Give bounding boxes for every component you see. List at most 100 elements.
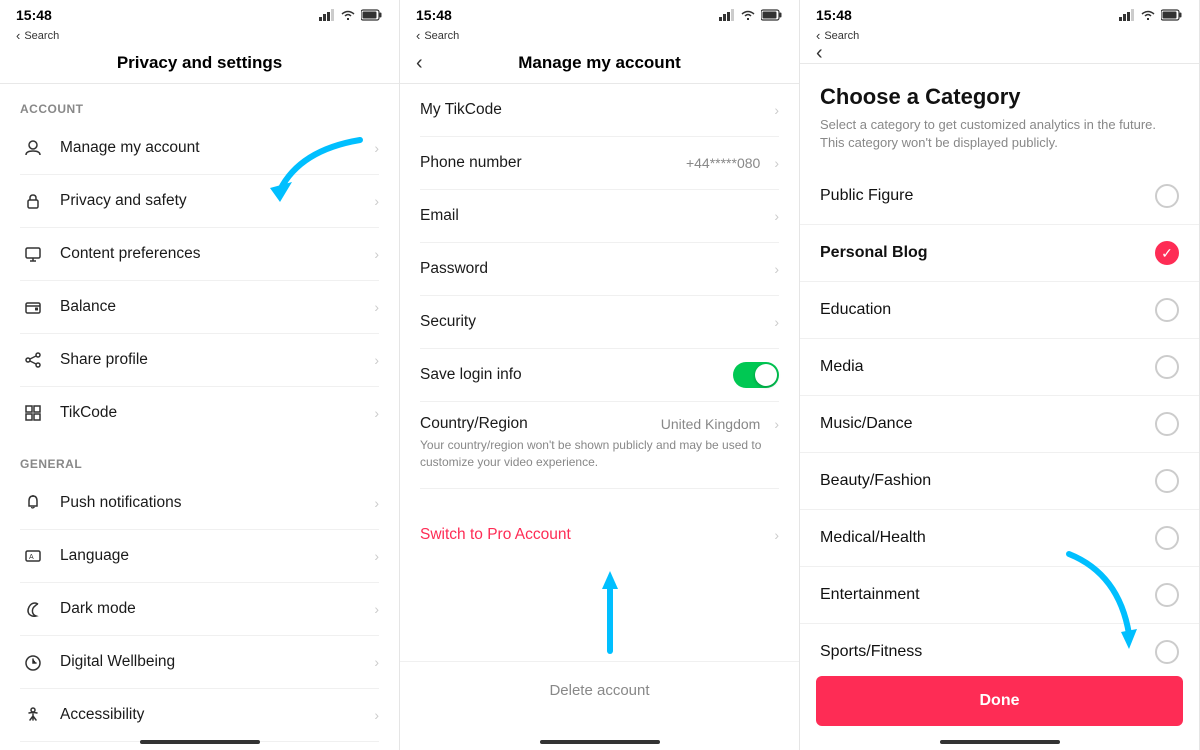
back-nav-3[interactable]: ‹ Search [800,28,1199,47]
category-item-medical-health[interactable]: Medical/Health [800,510,1199,567]
privacy-safety-item[interactable]: Privacy and safety › [0,175,399,227]
security-label: Security [420,313,766,331]
clock-icon [20,653,46,671]
tikcode-label: TikCode [60,404,366,422]
digital-wellbeing-label: Digital Wellbeing [60,653,366,671]
home-indicator-1 [140,740,260,744]
category-item-public-figure[interactable]: Public Figure [800,168,1199,225]
radio-4[interactable] [1155,412,1179,436]
bell-icon [20,494,46,512]
chevron-tikcode: › [374,405,379,421]
dark-mode-label: Dark mode [60,600,366,618]
nav-title-2: Manage my account [518,53,681,73]
category-item-beauty-fashion[interactable]: Beauty/Fashion [800,453,1199,510]
radio-1[interactable]: ✓ [1155,241,1179,265]
signal-icon-1 [319,9,335,21]
privacy-safety-label: Privacy and safety [60,192,366,210]
monitor-icon [20,245,46,263]
my-tikcode-item[interactable]: My TikCode › [400,84,799,136]
country-region-item[interactable]: Country/Region United Kingdom › Your cou… [400,402,799,488]
my-tikcode-label: My TikCode [420,101,766,119]
security-item[interactable]: Security › [400,296,799,348]
status-icons-1 [319,9,383,21]
chevron-lang: › [374,548,379,564]
category-list[interactable]: Public Figure Personal Blog ✓ Education … [800,168,1199,666]
category-item-media[interactable]: Media [800,339,1199,396]
country-sublabel: Your country/region won't be shown publi… [420,433,779,475]
nav-back-3[interactable]: ‹ [816,42,823,65]
radio-3[interactable] [1155,355,1179,379]
chevron-password: › [774,261,779,277]
phone-number-item[interactable]: Phone number +44*****080 › [400,137,799,189]
radio-6[interactable] [1155,526,1179,550]
language-label: Language [60,547,366,565]
delete-account-item[interactable]: Delete account [400,661,799,730]
balance-label: Balance [60,298,366,316]
category-item-personal-blog[interactable]: Personal Blog ✓ [800,225,1199,282]
battery-icon-1 [361,9,383,21]
balance-item[interactable]: Balance › [0,281,399,333]
status-icons-3 [1119,9,1183,21]
cat-name-0: Public Figure [820,187,913,205]
share-profile-item[interactable]: Share profile › [0,334,399,386]
home-indicator-3 [940,740,1060,744]
language-item[interactable]: A Language › [0,530,399,582]
radio-0[interactable] [1155,184,1179,208]
save-login-item[interactable]: Save login info [400,349,799,401]
language-icon: A [20,547,46,565]
category-item-entertainment[interactable]: Entertainment [800,567,1199,624]
battery-icon-2 [761,9,783,21]
time-2: 15:48 [416,7,452,23]
save-login-toggle[interactable] [733,362,779,388]
manage-account-item[interactable]: Manage my account › [0,122,399,174]
person-icon [20,139,46,157]
time-3: 15:48 [816,7,852,23]
cat-name-7: Entertainment [820,586,920,604]
chevron-notif: › [374,495,379,511]
time-1: 15:48 [16,7,52,23]
privacy-settings-panel: 15:48 ‹ Search Privacy and setting [0,0,400,750]
nav-title-1: Privacy and settings [117,53,282,73]
content-pref-item[interactable]: Content preferences › [0,228,399,280]
password-item[interactable]: Password › [400,243,799,295]
cat-name-1: Personal Blog [820,244,928,262]
dark-mode-item[interactable]: Dark mode › [0,583,399,635]
manage-account-label: Manage my account [60,139,366,157]
push-notifications-item[interactable]: Push notifications › [0,477,399,529]
email-item[interactable]: Email › [400,190,799,242]
back-nav-1[interactable]: ‹ Search [0,28,399,47]
accessibility-item[interactable]: Accessibility › [0,689,399,741]
radio-2[interactable] [1155,298,1179,322]
chevron-content: › [374,246,379,262]
phone-value: +44*****080 [686,155,760,171]
cat-name-5: Beauty/Fashion [820,472,931,490]
category-item-education[interactable]: Education [800,282,1199,339]
save-login-label: Save login info [420,366,733,384]
lock-icon [20,192,46,210]
digital-wellbeing-item[interactable]: Digital Wellbeing › [0,636,399,688]
category-item-music-dance[interactable]: Music/Dance [800,396,1199,453]
radio-5[interactable] [1155,469,1179,493]
category-item-sports-fitness[interactable]: Sports/Fitness [800,624,1199,666]
nav-back-2[interactable]: ‹ [416,52,423,75]
delete-account-label: Delete account [549,682,649,699]
done-button[interactable]: Done [816,676,1183,726]
signal-icon-3 [1119,9,1135,21]
tikcode-item[interactable]: TikCode › [0,387,399,439]
radio-7[interactable] [1155,583,1179,607]
back-label-1: Search [24,30,59,42]
wifi-icon-3 [1140,9,1156,21]
cat-name-8: Sports/Fitness [820,643,922,661]
chevron-access: › [374,707,379,723]
chevron-share: › [374,352,379,368]
cat-name-2: Education [820,301,891,319]
back-nav-2[interactable]: ‹ Search [400,28,799,47]
svg-text:A: A [29,554,34,561]
settings-scroll[interactable]: ACCOUNT Manage my account › Privacy and … [0,84,399,750]
account-scroll[interactable]: My TikCode › Phone number +44*****080 › … [400,84,799,750]
signal-icon-2 [719,9,735,21]
arrow-area-2 [400,561,799,661]
chevron-wellbeing: › [374,654,379,670]
switch-to-pro-item[interactable]: Switch to Pro Account › [400,509,799,561]
radio-8[interactable] [1155,640,1179,664]
